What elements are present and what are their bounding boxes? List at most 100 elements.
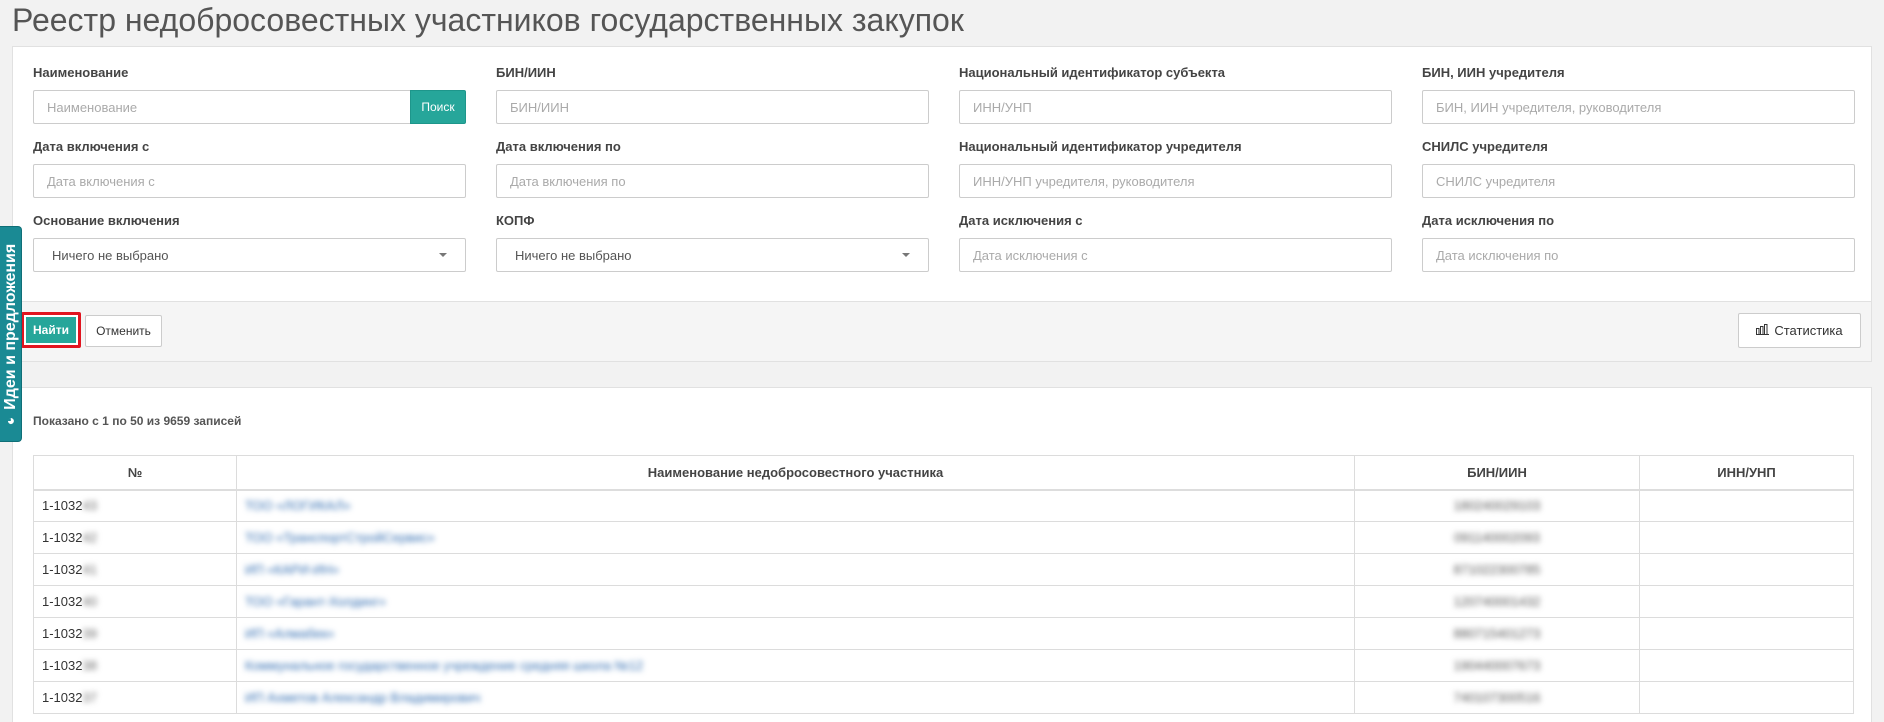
row-participant-name: ИП Ахметов Александр Владимирович bbox=[236, 681, 1355, 714]
row-inn bbox=[1639, 649, 1854, 682]
row-participant-name: Коммунальное государственное учреждение … bbox=[236, 649, 1355, 682]
row-bin-value: 871022300785 bbox=[1453, 562, 1541, 577]
row-inn bbox=[1639, 521, 1854, 554]
row-number-prefix: 1-1032 bbox=[42, 498, 83, 514]
row-bin: 871022300785 bbox=[1354, 553, 1640, 586]
bin-iin-input[interactable] bbox=[496, 90, 929, 124]
row-number: 1-103238 bbox=[33, 649, 237, 682]
statistics-label: Статистика bbox=[1774, 323, 1843, 338]
table-row: 1-103243 ТОО «ЛОГИКАЛ» 180240029103 bbox=[33, 489, 1854, 522]
cancel-button[interactable]: Отменить bbox=[85, 315, 162, 347]
row-number-prefix: 1-1032 bbox=[42, 594, 83, 609]
inclusion-reason-label: Основание включения bbox=[33, 213, 180, 228]
founder-id-input[interactable] bbox=[959, 164, 1392, 198]
row-number-prefix: 1-1032 bbox=[42, 626, 83, 641]
row-bin: 091140002093 bbox=[1354, 521, 1640, 554]
lightbulb-icon: ◕ bbox=[6, 412, 15, 428]
row-inn bbox=[1639, 489, 1854, 522]
table-row: 1-103241 ИП «КАРИ-ИН» 871022300785 bbox=[33, 553, 1854, 586]
row-bin-value: 120740001432 bbox=[1453, 594, 1541, 609]
row-number-hidden: 42 bbox=[82, 530, 97, 545]
inclusion-reason-value: Ничего не выбрано bbox=[52, 247, 169, 263]
founder-id-label: Национальный идентификатор учредителя bbox=[959, 139, 1242, 154]
inclusion-reason-select[interactable]: Ничего не выбрано bbox=[33, 238, 466, 272]
date-excluded-from-label: Дата исключения с bbox=[959, 213, 1083, 228]
date-included-to-label: Дата включения по bbox=[496, 139, 621, 154]
row-bin: 880715401273 bbox=[1354, 617, 1640, 650]
column-header-bin[interactable]: БИН/ИИН bbox=[1354, 455, 1640, 491]
filter-action-bar: Найти Отменить Статистика bbox=[13, 301, 1871, 361]
name-input[interactable] bbox=[33, 90, 410, 124]
column-header-inn[interactable]: ИНН/УНП bbox=[1639, 455, 1854, 491]
filter-grid: Наименование Поиск БИН/ИИН Национальный … bbox=[33, 65, 1863, 287]
row-inn bbox=[1639, 585, 1854, 618]
table-header-row: № Наименование недобросовестного участни… bbox=[33, 455, 1854, 491]
ideas-feedback-label: Идеи и предложения bbox=[1, 243, 19, 410]
row-bin-value: 740107300516 bbox=[1453, 690, 1541, 705]
column-header-name[interactable]: Наименование недобросовестного участника bbox=[236, 455, 1355, 491]
records-info: Показано с 1 по 50 из 9659 записей bbox=[33, 414, 242, 428]
participant-link[interactable]: Коммунальное государственное учреждение … bbox=[245, 658, 643, 673]
row-inn bbox=[1639, 553, 1854, 586]
row-number-hidden: 41 bbox=[82, 562, 97, 577]
row-participant-name: ТОО «ТранспортСтройСервис» bbox=[236, 521, 1355, 554]
row-participant-name: ТОО «Гарант-Холдинг» bbox=[236, 585, 1355, 618]
name-label: Наименование bbox=[33, 65, 129, 80]
row-number-prefix: 1-1032 bbox=[42, 690, 83, 705]
row-bin: 740107300516 bbox=[1354, 681, 1640, 714]
row-bin-value: 190440007673 bbox=[1453, 658, 1541, 673]
table-row: 1-103238 Коммунальное государственное учр… bbox=[33, 649, 1854, 682]
row-bin: 190440007673 bbox=[1354, 649, 1640, 682]
bin-iin-label: БИН/ИИН bbox=[496, 65, 556, 80]
results-table: № Наименование недобросовестного участни… bbox=[33, 455, 1854, 714]
founder-bin-label: БИН, ИИН учредителя bbox=[1422, 65, 1565, 80]
row-participant-name: ИП «КАРИ-ИН» bbox=[236, 553, 1355, 586]
row-number-hidden: 37 bbox=[82, 690, 97, 705]
row-number: 1-103243 bbox=[33, 489, 237, 522]
row-number-hidden: 40 bbox=[82, 594, 97, 609]
date-excluded-to-input[interactable] bbox=[1422, 238, 1855, 272]
row-number-prefix: 1-1032 bbox=[42, 530, 83, 545]
date-excluded-to-label: Дата исключения по bbox=[1422, 213, 1555, 228]
founder-bin-input[interactable] bbox=[1422, 90, 1855, 124]
table-row: 1-103242 ТОО «ТранспортСтройСервис» 091140… bbox=[33, 521, 1854, 554]
kopf-select[interactable]: Ничего не выбрано bbox=[496, 238, 929, 272]
table-row: 1-103237 ИП Ахметов Александр Владимирови… bbox=[33, 681, 1854, 714]
row-number-hidden: 38 bbox=[82, 658, 97, 673]
founder-snils-label: СНИЛС учредителя bbox=[1422, 139, 1548, 154]
statistics-button[interactable]: Статистика bbox=[1738, 313, 1861, 348]
row-number-prefix: 1-1032 bbox=[42, 562, 83, 577]
row-number: 1-103240 bbox=[33, 585, 237, 618]
row-number-hidden: 43 bbox=[82, 498, 97, 514]
row-bin-value: 880715401273 bbox=[1453, 626, 1541, 641]
date-excluded-from-input[interactable] bbox=[959, 238, 1392, 272]
row-bin-value: 180240029103 bbox=[1453, 498, 1541, 514]
ideas-feedback-tab[interactable]: ◕ Идеи и предложения bbox=[0, 226, 22, 442]
chevron-down-icon bbox=[902, 253, 910, 257]
find-button[interactable]: Найти bbox=[21, 312, 81, 348]
participant-link[interactable]: ИП «Алмабек» bbox=[245, 626, 334, 641]
subject-id-input[interactable] bbox=[959, 90, 1392, 124]
participant-link[interactable]: ТОО «ТранспортСтройСервис» bbox=[245, 530, 435, 545]
row-number-prefix: 1-1032 bbox=[42, 658, 83, 673]
results-panel: Показано с 1 по 50 из 9659 записей № Наи… bbox=[12, 387, 1872, 722]
date-included-to-input[interactable] bbox=[496, 164, 929, 198]
participant-link[interactable]: ТОО «ЛОГИКАЛ» bbox=[245, 498, 351, 513]
column-header-number[interactable]: № bbox=[33, 455, 237, 491]
date-included-from-label: Дата включения с bbox=[33, 139, 150, 154]
founder-snils-input[interactable] bbox=[1422, 164, 1855, 198]
name-search-button[interactable]: Поиск bbox=[410, 90, 466, 124]
subject-id-label: Национальный идентификатор субъекта bbox=[959, 65, 1226, 80]
row-number: 1-103242 bbox=[33, 521, 237, 554]
row-inn bbox=[1639, 617, 1854, 650]
row-number: 1-103239 bbox=[33, 617, 237, 650]
participant-link[interactable]: ИП «КАРИ-ИН» bbox=[245, 562, 339, 577]
page-title: Реестр недобросовестных участников госуд… bbox=[12, 2, 964, 38]
name-input-group: Поиск bbox=[33, 90, 466, 124]
participant-link[interactable]: ТОО «Гарант-Холдинг» bbox=[245, 594, 386, 609]
date-included-from-input[interactable] bbox=[33, 164, 466, 198]
row-number: 1-103241 bbox=[33, 553, 237, 586]
row-bin-value: 091140002093 bbox=[1454, 530, 1540, 545]
participant-link[interactable]: ИП Ахметов Александр Владимирович bbox=[245, 690, 480, 705]
row-participant-name: ИП «Алмабек» bbox=[236, 617, 1355, 650]
